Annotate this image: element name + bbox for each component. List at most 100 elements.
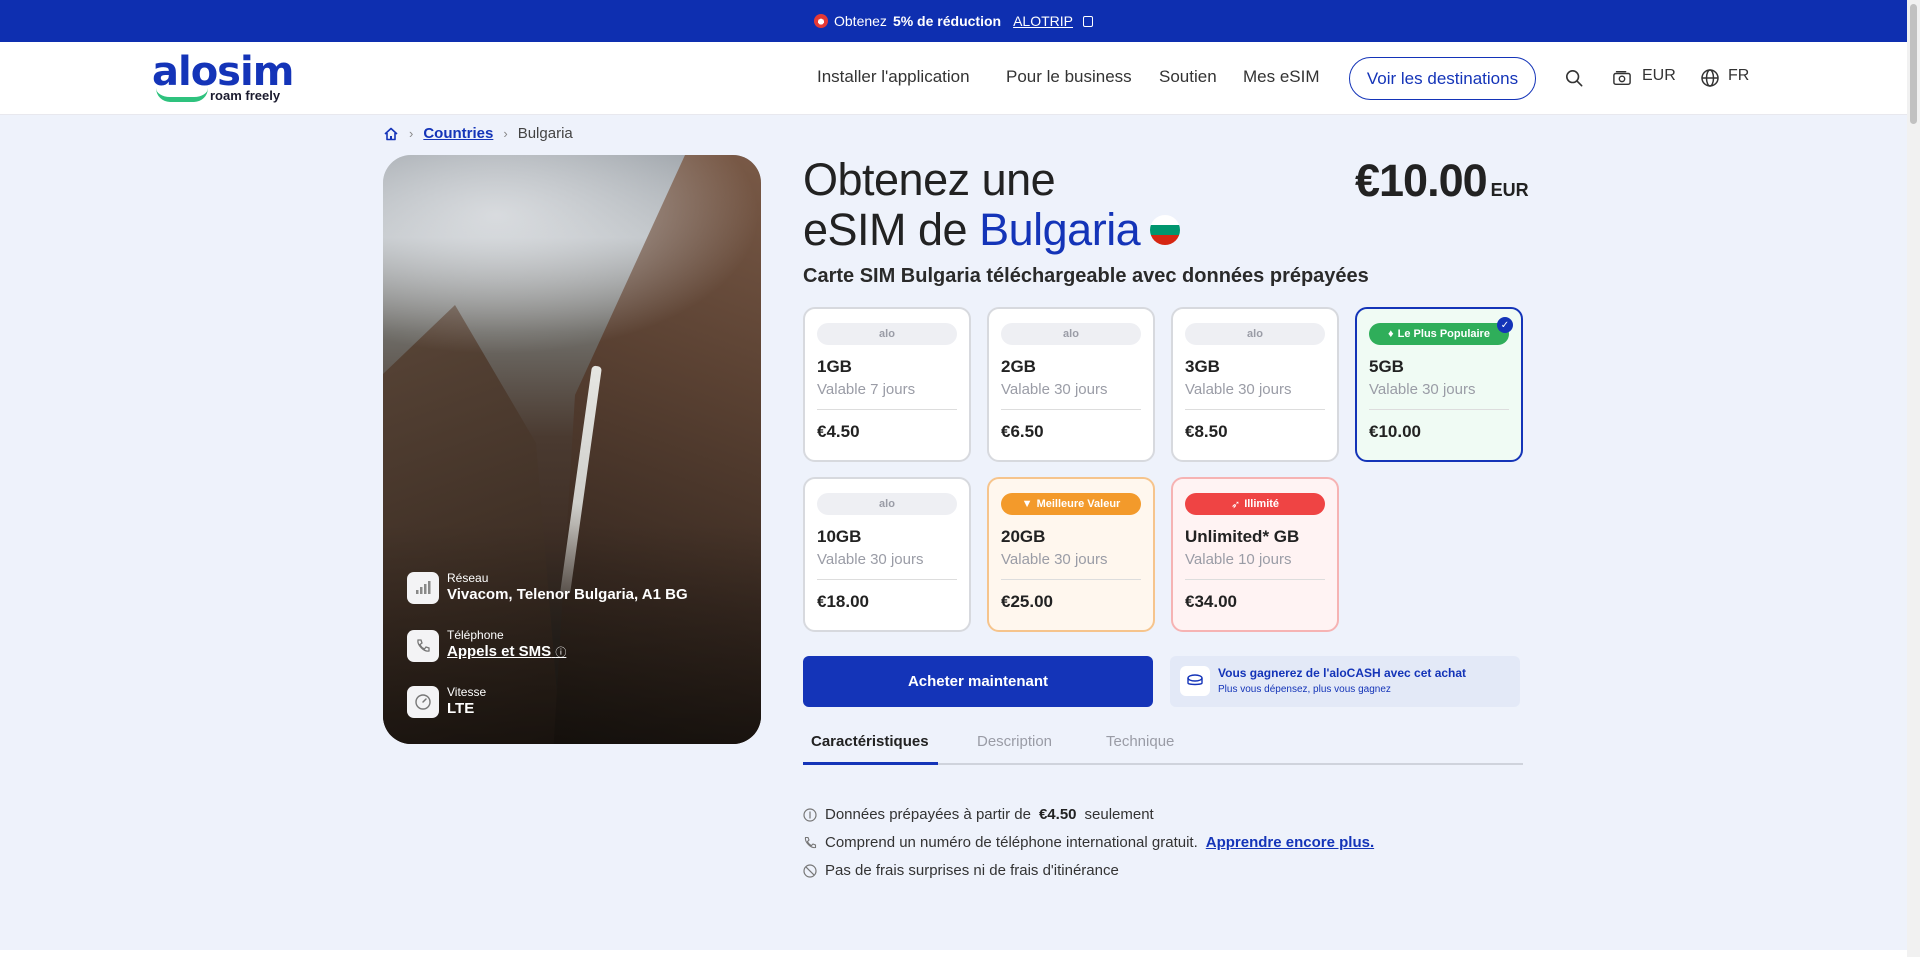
speedometer-icon <box>407 686 439 718</box>
page-title: Obtenez une eSIM de Bulgaria <box>803 155 1181 255</box>
plan-card-20gb[interactable]: ▼ Meilleure Valeur 20GB Valable 30 jours … <box>987 477 1155 632</box>
nav-install-app[interactable]: Installer l'application <box>817 67 970 87</box>
buy-now-button[interactable]: Acheter maintenant <box>803 656 1153 707</box>
breadcrumb-current: Bulgaria <box>517 125 573 142</box>
plan-data: 3GB <box>1185 357 1220 376</box>
plan-price: €6.50 <box>1001 422 1044 441</box>
logo-smile-icon <box>156 88 208 102</box>
rocket-icon: ➶ <box>1230 498 1241 511</box>
spec-label: Réseau <box>447 571 489 585</box>
tab-technical[interactable]: Technique <box>1106 733 1174 750</box>
plan-card-3gb[interactable]: alo 3GB Valable 30 jours €8.50 <box>1171 307 1339 462</box>
spec-network: Réseau Vivacom, Telenor Bulgaria, A1 BG <box>407 571 688 605</box>
plan-divider <box>1001 409 1141 410</box>
info-icon[interactable]: ⓘ <box>555 647 566 659</box>
plan-validity: Valable 30 jours <box>1001 551 1108 568</box>
home-icon[interactable] <box>383 126 399 142</box>
title-country: Bulgaria <box>979 204 1141 255</box>
language-selector[interactable]: FR <box>1728 67 1749 85</box>
tab-features[interactable]: Caractéristiques <box>811 733 929 750</box>
fire-icon: ♦ <box>1388 328 1394 340</box>
product-subtitle: Carte SIM Bulgaria téléchargeable avec d… <box>803 265 1369 287</box>
phone-icon <box>804 836 817 848</box>
chevron-right-icon: › <box>409 126 414 141</box>
spec-phone: Téléphone Appels et SMS ⓘ <box>407 628 566 663</box>
nav-business[interactable]: Pour le business <box>1006 67 1132 87</box>
plan-data: 10GB <box>817 527 862 546</box>
spec-speed: Vitesse LTE <box>407 685 486 719</box>
spec-label: Téléphone <box>447 628 504 642</box>
plan-price: €8.50 <box>1185 422 1228 441</box>
promo-prefix: Obtenez <box>834 13 887 29</box>
plan-divider <box>1185 409 1325 410</box>
title-line2: eSIM de Bulgaria <box>803 204 1181 255</box>
nav-my-esim[interactable]: Mes eSIM <box>1243 67 1320 87</box>
plan-badge: alo <box>817 493 957 515</box>
plan-data: Unlimited* GB <box>1185 527 1300 546</box>
currency-icon[interactable] <box>1612 69 1632 87</box>
plan-validity: Valable 30 jours <box>1001 381 1108 398</box>
gift-icon <box>814 14 828 28</box>
plan-price: €18.00 <box>817 592 869 611</box>
plan-badge: alo <box>817 323 957 345</box>
hero-image: Réseau Vivacom, Telenor Bulgaria, A1 BG … <box>383 155 761 744</box>
main-content: › Countries › Bulgaria Réseau Vivacom, T… <box>0 115 1907 950</box>
plan-card-1gb[interactable]: alo 1GB Valable 7 jours €4.50 <box>803 307 971 462</box>
plan-data: 20GB <box>1001 527 1046 546</box>
logo[interactable]: alosim roam freely <box>152 52 294 104</box>
copy-icon[interactable] <box>1082 15 1093 27</box>
alocash-title: Vous gagnerez de l'aloCASH avec cet acha… <box>1218 666 1467 680</box>
plan-price: €4.50 <box>817 422 860 441</box>
alocash-subtitle: Plus vous dépensez, plus vous gagnez <box>1218 684 1391 695</box>
plan-card-unlimited[interactable]: ➶ Illimité Unlimited* GB Valable 10 jours… <box>1171 477 1339 632</box>
plan-data: 5GB <box>1369 357 1404 376</box>
plan-divider <box>1001 579 1141 580</box>
learn-more-link[interactable]: Apprendre encore plus. <box>1206 834 1374 851</box>
plan-validity: Valable 30 jours <box>1369 381 1476 398</box>
plan-badge-popular: ♦ Le Plus Populaire <box>1369 323 1509 345</box>
view-destinations-button[interactable]: Voir les destinations <box>1349 57 1536 100</box>
plan-price: €25.00 <box>1001 592 1053 611</box>
feature-prepaid: Données prépayées à partir de €4.50 seul… <box>803 806 1154 823</box>
nav-support[interactable]: Soutien <box>1159 67 1217 87</box>
promo-banner: Obtenez 5% de réduction ALOTRIP <box>0 0 1907 42</box>
plan-divider <box>1369 409 1509 410</box>
promo-discount: 5% de réduction <box>892 13 1002 29</box>
breadcrumb-countries[interactable]: Countries <box>423 125 493 142</box>
breadcrumb: › Countries › Bulgaria <box>383 125 573 142</box>
hero-clouds <box>383 155 761 355</box>
plan-card-2gb[interactable]: alo 2GB Valable 30 jours €6.50 <box>987 307 1155 462</box>
feature-no-fees: Pas de frais surprises ni de frais d'iti… <box>803 862 1119 879</box>
plan-badge-unlimited: ➶ Illimité <box>1185 493 1325 515</box>
plan-card-5gb[interactable]: ♦ Le Plus Populaire ✓ 5GB Valable 30 jour… <box>1355 307 1523 462</box>
currency-selector[interactable]: EUR <box>1642 67 1676 85</box>
scrollbar-thumb[interactable] <box>1910 4 1917 124</box>
feature-phone-number: Comprend un numéro de téléphone internat… <box>803 834 1374 851</box>
active-tab-indicator <box>803 762 938 765</box>
plan-validity: Valable 7 jours <box>817 381 916 398</box>
plan-badge: alo <box>1185 323 1325 345</box>
promo-code[interactable]: ALOTRIP <box>1013 13 1073 29</box>
search-icon[interactable] <box>1565 69 1583 87</box>
plan-validity: Valable 10 jours <box>1185 551 1292 568</box>
product-tabs: Caractéristiques Description Technique <box>803 725 1523 765</box>
spec-label: Vitesse <box>447 685 487 699</box>
dollar-icon <box>803 807 817 822</box>
plan-validity: Valable 30 jours <box>1185 381 1292 398</box>
spec-value[interactable]: Appels et SMS ⓘ <box>447 642 566 663</box>
page-scrollbar[interactable] <box>1907 0 1920 957</box>
plan-badge-best-value: ▼ Meilleure Valeur <box>1001 493 1141 515</box>
logo-tagline: roam freely <box>210 88 281 103</box>
tab-description[interactable]: Description <box>977 733 1052 750</box>
plan-card-10gb[interactable]: alo 10GB Valable 30 jours €18.00 <box>803 477 971 632</box>
signal-icon <box>407 572 439 604</box>
plan-data: 1GB <box>817 357 852 376</box>
plan-badge: alo <box>1001 323 1141 345</box>
coins-icon <box>1180 666 1210 696</box>
phone-icon <box>407 629 439 662</box>
globe-icon[interactable] <box>1700 68 1720 88</box>
chevron-right-icon: › <box>503 126 508 141</box>
no-fees-icon <box>803 863 817 878</box>
spec-value: LTE <box>447 700 475 717</box>
plan-data: 2GB <box>1001 357 1036 376</box>
